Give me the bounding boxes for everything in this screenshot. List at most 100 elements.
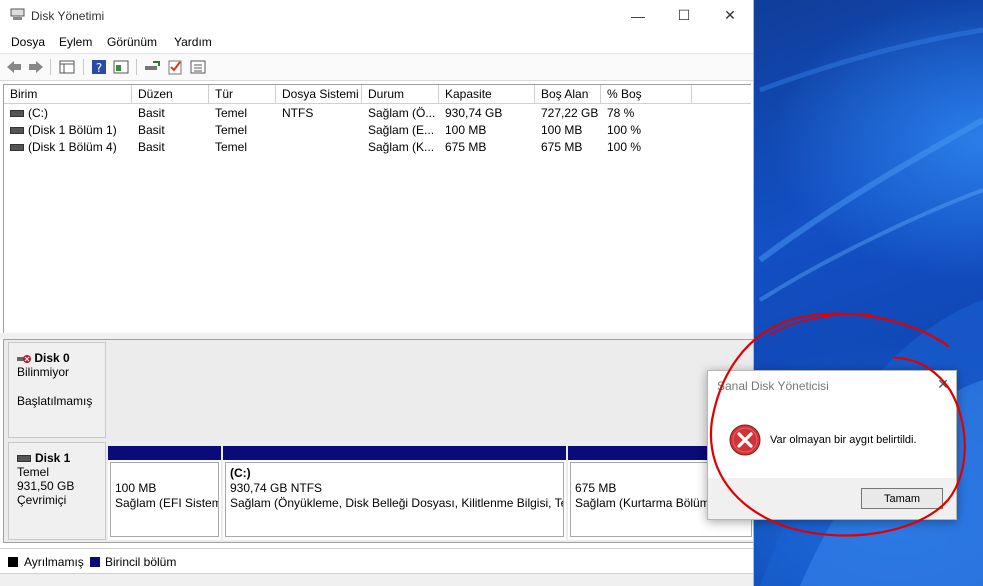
menu-dosya[interactable]: Dosya xyxy=(11,35,45,49)
menu-gorunum[interactable]: Görünüm xyxy=(107,35,157,49)
cell-kapasite: 930,74 GB xyxy=(445,106,503,120)
status-bar xyxy=(0,573,753,586)
close-button[interactable]: ✕ xyxy=(707,0,753,31)
ok-button[interactable]: Tamam xyxy=(861,488,943,509)
volume-icon xyxy=(10,144,24,152)
disk-1-title: Disk 1 xyxy=(17,451,105,465)
disk-1-name: Disk 1 xyxy=(35,451,71,465)
primary-partition-bar xyxy=(108,446,221,460)
help-icon[interactable]: ? xyxy=(90,58,108,76)
cell-yuzde-bos: 78 % xyxy=(607,106,635,120)
partition-efi[interactable]: 100 MB Sağlam (EFI Sistem xyxy=(108,446,221,540)
disk-1-card[interactable]: Disk 1 Temel 931,50 GB Çevrimiçi xyxy=(8,442,106,540)
disk-0-card[interactable]: Disk 0 Bilinmiyor Başlatılmamış xyxy=(8,342,106,438)
volume-icon xyxy=(10,127,24,135)
toolbar-separator xyxy=(50,59,51,75)
cell-birim: (C:) xyxy=(4,105,132,122)
menu-bar: Dosya Eylem Görünüm Yardım xyxy=(0,31,753,53)
svg-text:?: ? xyxy=(96,61,102,75)
menu-eylem[interactable]: Eylem xyxy=(59,35,92,49)
cell-text: (Disk 1 Bölüm 1) xyxy=(28,123,117,137)
legend-unallocated-swatch xyxy=(8,557,18,567)
toolbar: ? xyxy=(0,53,753,81)
cell-dosya-sistemi xyxy=(276,139,362,156)
connect-icon[interactable] xyxy=(143,58,161,76)
column-header-duzen[interactable]: Düzen xyxy=(132,85,209,103)
disk-0-name: Disk 0 xyxy=(34,351,70,365)
partition-title: (C:) xyxy=(230,466,251,480)
legend-unallocated-label: Ayrılmamış xyxy=(24,555,84,569)
legend-primary-swatch xyxy=(90,557,100,567)
partition-size: 930,74 GB NTFS xyxy=(230,481,323,495)
volume-list-header: Birim Düzen Tür Dosya Sistemi Durum Kapa… xyxy=(4,85,751,104)
column-header-tur[interactable]: Tür xyxy=(209,85,276,103)
column-header-durum[interactable]: Durum xyxy=(362,85,439,103)
column-header-yuzde-bos[interactable]: % Boş xyxy=(601,85,692,103)
table-row[interactable]: (Disk 1 Bölüm 1) Basit Temel Sağlam (E..… xyxy=(4,122,751,139)
error-dialog: Sanal Disk Yöneticisi ✕ Var olmayan bir … xyxy=(707,370,957,520)
cell-dosya-sistemi xyxy=(276,122,362,139)
disk-icon xyxy=(17,455,31,463)
partition-status: Sağlam (EFI Sistem xyxy=(115,496,219,510)
graphical-disk-view: Disk 0 Bilinmiyor Başlatılmamış Disk 1 T… xyxy=(3,339,753,543)
checkmark-icon[interactable] xyxy=(166,58,184,76)
partition-c[interactable]: (C:) 930,74 GB NTFS Sağlam (Önyükleme, D… xyxy=(223,446,566,540)
cell-dosya-sistemi: NTFS xyxy=(282,106,314,120)
cell-duzen: Basit xyxy=(138,106,165,120)
show-hide-console-tree-icon[interactable] xyxy=(58,58,76,76)
disk-error-icon xyxy=(17,354,31,363)
cell-bos-alan: 100 MB xyxy=(541,123,583,137)
disk-management-window: Disk Yönetimi — ☐ ✕ Dosya Eylem Görünüm … xyxy=(0,0,754,586)
dialog-message: Var olmayan bir aygıt belirtildi. xyxy=(770,434,917,446)
cell-durum: Sağlam (Ö... xyxy=(368,106,436,120)
column-header-birim[interactable]: Birim xyxy=(4,85,132,103)
cell-yuzde-bos: 100 % xyxy=(607,140,642,154)
error-icon xyxy=(729,424,761,456)
dialog-title: Sanal Disk Yöneticisi xyxy=(717,379,829,393)
cell-birim: (Disk 1 Bölüm 4) xyxy=(4,139,132,156)
cell-durum: Sağlam (E... xyxy=(368,123,435,137)
disk-0-state: Başlatılmamış xyxy=(17,394,93,408)
volume-icon xyxy=(10,110,24,118)
volume-list: Birim Düzen Tür Dosya Sistemi Durum Kapa… xyxy=(3,84,751,334)
cell-bos-alan: 727,22 GB xyxy=(541,106,599,120)
back-arrow-icon[interactable] xyxy=(5,58,23,76)
dialog-footer: Tamam xyxy=(708,478,956,519)
cell-yuzde-bos: 100 % xyxy=(607,123,642,137)
partition-title xyxy=(115,466,214,481)
cell-birim: (Disk 1 Bölüm 1) xyxy=(4,122,132,139)
table-row[interactable]: (C:) Basit Temel NTFS Sağlam (Ö... 930,7… xyxy=(4,105,751,122)
maximize-button[interactable]: ☐ xyxy=(661,0,707,31)
partition-body: 100 MB Sağlam (EFI Sistem xyxy=(110,462,219,537)
legend-bar: Ayrılmamış Birincil bölüm xyxy=(0,548,753,573)
disk-1-state: Çevrimiçi xyxy=(17,493,67,507)
window-title: Disk Yönetimi xyxy=(31,9,105,23)
toolbar-separator xyxy=(136,59,137,75)
column-header-dosya-sistemi[interactable]: Dosya Sistemi xyxy=(276,85,362,103)
partition-body: (C:) 930,74 GB NTFS Sağlam (Önyükleme, D… xyxy=(225,462,564,537)
cell-kapasite: 675 MB xyxy=(445,140,487,154)
disk-1-size: 931,50 GB xyxy=(17,479,75,493)
toolbar-separator xyxy=(83,59,84,75)
cell-duzen: Basit xyxy=(138,123,165,137)
cell-duzen: Basit xyxy=(138,140,165,154)
dialog-close-button[interactable]: ✕ xyxy=(934,375,952,393)
menu-yardim[interactable]: Yardım xyxy=(174,35,212,49)
list-icon[interactable] xyxy=(189,58,207,76)
disk-0-title: Disk 0 xyxy=(17,351,105,365)
partition-status: Sağlam (Önyükleme, Disk Belleği Dosyası,… xyxy=(230,496,564,510)
column-header-bos-alan[interactable]: Boş Alan xyxy=(535,85,601,103)
properties-icon[interactable] xyxy=(112,58,130,76)
column-header-kapasite[interactable]: Kapasite xyxy=(439,85,535,103)
cell-text: (Disk 1 Bölüm 4) xyxy=(28,140,117,154)
minimize-button[interactable]: — xyxy=(615,0,661,31)
cell-tur: Temel xyxy=(215,106,248,120)
cell-tur: Temel xyxy=(215,140,248,154)
forward-arrow-icon[interactable] xyxy=(27,58,45,76)
table-row[interactable]: (Disk 1 Bölüm 4) Basit Temel Sağlam (K..… xyxy=(4,139,751,156)
cell-bos-alan: 675 MB xyxy=(541,140,583,154)
disk-0-type: Bilinmiyor xyxy=(17,365,70,379)
title-bar[interactable]: Disk Yönetimi — ☐ ✕ xyxy=(0,0,753,31)
primary-partition-bar xyxy=(223,446,566,460)
cell-text: (C:) xyxy=(28,106,48,120)
